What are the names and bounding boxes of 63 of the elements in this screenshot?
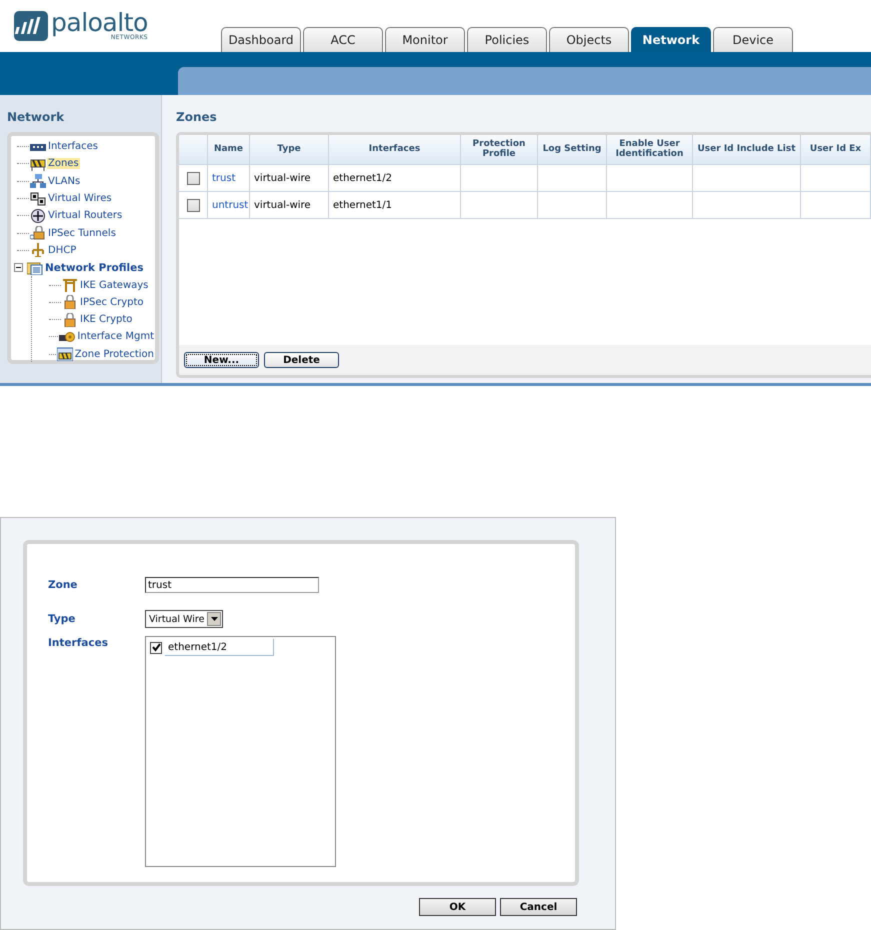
lock-icon bbox=[62, 295, 78, 310]
tree-item[interactable]: Network Profiles bbox=[44, 262, 144, 274]
interface-checkbox[interactable] bbox=[150, 642, 162, 654]
router-icon bbox=[30, 208, 46, 223]
zone-link[interactable]: untrust bbox=[212, 200, 248, 210]
tree-item[interactable]: Zone Protection bbox=[74, 348, 155, 360]
column-header[interactable]: Interfaces bbox=[329, 135, 461, 164]
column-header[interactable]: Protection Profile bbox=[461, 135, 538, 164]
logo-icon bbox=[14, 11, 48, 41]
action-button[interactable]: Delete bbox=[264, 352, 339, 368]
row-checkbox[interactable] bbox=[186, 198, 200, 212]
action-button[interactable]: New... bbox=[184, 352, 259, 368]
lock-icon bbox=[62, 312, 78, 327]
zone-link[interactable]: trust bbox=[212, 172, 236, 184]
collapse-icon[interactable] bbox=[14, 263, 23, 272]
table-cell: virtual-wire bbox=[254, 200, 311, 210]
tree-item[interactable]: Virtual Routers bbox=[47, 210, 124, 222]
tree-item[interactable]: Virtual Wires bbox=[47, 193, 113, 204]
nav-tab[interactable]: Device bbox=[713, 27, 793, 52]
nav-tab[interactable]: Policies bbox=[467, 27, 547, 52]
type-dropdown[interactable]: Virtual Wire bbox=[145, 610, 224, 628]
column-header[interactable]: Enable User Identification bbox=[607, 135, 693, 164]
logo-wordmark: paloalto bbox=[51, 11, 148, 35]
tree-item[interactable]: VLANs bbox=[47, 176, 82, 187]
switch-icon bbox=[30, 192, 46, 206]
tree-item[interactable]: Interfaces bbox=[47, 141, 99, 152]
table-cell: virtual-wire bbox=[254, 172, 311, 184]
field-label: Interfaces bbox=[48, 636, 109, 649]
column-header[interactable]: Type bbox=[250, 135, 329, 164]
column-header[interactable]: User Id Ex bbox=[801, 135, 871, 164]
network-icon bbox=[30, 174, 46, 188]
barrier-icon bbox=[56, 347, 73, 362]
folder-icon bbox=[27, 260, 43, 275]
nav-tab[interactable]: Dashboard bbox=[221, 27, 301, 52]
tree-item[interactable]: DHCP bbox=[47, 244, 78, 256]
tree-item[interactable]: IKE Crypto bbox=[79, 314, 134, 326]
section-title: Zones bbox=[176, 109, 218, 126]
nav-tab[interactable]: Monitor bbox=[385, 27, 465, 52]
nav-tab[interactable]: Objects bbox=[549, 27, 629, 52]
row-checkbox[interactable] bbox=[186, 172, 200, 184]
dropdown-arrow-icon bbox=[210, 617, 218, 621]
table-cell: ethernet1/1 bbox=[333, 200, 392, 210]
table-cell: ethernet1/2 bbox=[333, 172, 392, 184]
sidebar-title: Network bbox=[7, 109, 66, 126]
zone-input-field[interactable]: trust bbox=[145, 577, 319, 593]
nav-tab[interactable]: ACC bbox=[303, 27, 383, 52]
tree-item[interactable]: Zones bbox=[47, 158, 80, 170]
dialog-button[interactable]: OK bbox=[419, 898, 496, 916]
tree-item[interactable]: IKE Gateways bbox=[79, 280, 150, 291]
column-header[interactable]: Log Setting bbox=[538, 135, 607, 164]
field-label: Zone bbox=[48, 579, 78, 591]
tree-item[interactable]: Interface Mgmt bbox=[76, 331, 155, 342]
lock-icon bbox=[30, 226, 46, 240]
interface-entry[interactable]: ethernet1/2 bbox=[165, 639, 274, 656]
column-header[interactable]: User Id Include List bbox=[693, 135, 801, 164]
dialog-button[interactable]: Cancel bbox=[500, 898, 577, 916]
nav-tab[interactable]: Network bbox=[631, 27, 711, 52]
gate-icon bbox=[62, 278, 78, 292]
tree-item[interactable]: IPSec Crypto bbox=[79, 296, 145, 308]
tree-item[interactable]: IPSec Tunnels bbox=[47, 228, 117, 239]
barrier-icon bbox=[30, 156, 46, 171]
field-label: Type bbox=[48, 613, 76, 625]
column-header[interactable]: Name bbox=[208, 135, 250, 164]
